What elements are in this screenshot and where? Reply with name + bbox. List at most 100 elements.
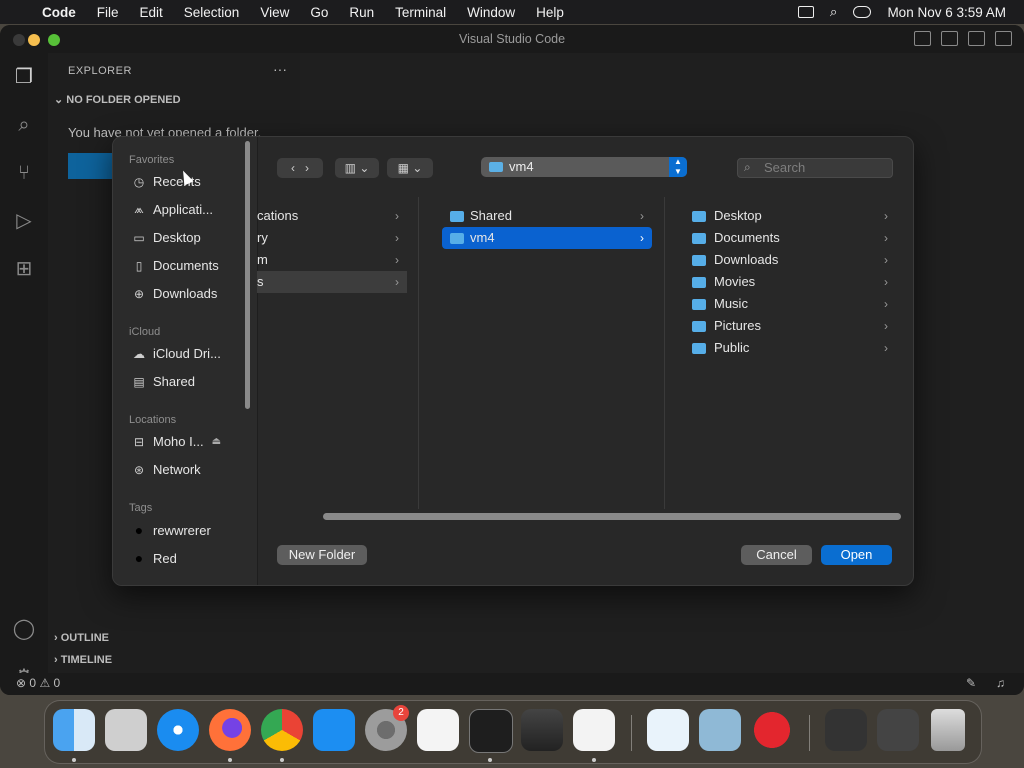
dialog-sidebar-scrollbar[interactable]	[245, 141, 250, 409]
menu-terminal[interactable]: Terminal	[395, 5, 446, 20]
vscode-icon[interactable]	[573, 709, 615, 751]
timeline-section[interactable]: › TIMELINE	[54, 654, 112, 666]
problems-status[interactable]: ⊗ 0 ⚠ 0	[16, 676, 60, 690]
list-item-selected[interactable]: s ›	[257, 271, 407, 293]
sidebar-tag-item[interactable]: ● rewwrerer	[131, 522, 211, 538]
safari-icon[interactable]	[157, 709, 199, 751]
new-folder-button[interactable]: New Folder	[277, 545, 367, 565]
menu-go[interactable]: Go	[310, 5, 328, 20]
control-center-icon[interactable]	[853, 6, 872, 18]
list-item[interactable]: m ›	[257, 249, 413, 271]
search-field[interactable]: ⌕ Search	[737, 158, 893, 178]
preview-icon[interactable]	[699, 709, 741, 751]
menu-view[interactable]: View	[260, 5, 289, 20]
group-by-button[interactable]: ▦ ⌄	[387, 158, 433, 178]
customize-layout-icon[interactable]	[995, 31, 1012, 46]
dock-separator	[809, 715, 810, 751]
icloud-header: iCloud	[129, 326, 161, 338]
toggle-panel-icon[interactable]	[941, 31, 958, 46]
open-button[interactable]: Open	[821, 545, 892, 565]
list-item[interactable]: Movies ›	[692, 271, 902, 293]
firefox-icon[interactable]	[209, 709, 251, 751]
moho-app-icon[interactable]	[751, 709, 793, 751]
warning-icon: ⚠	[39, 676, 51, 690]
menu-file[interactable]: File	[97, 5, 119, 20]
list-item[interactable]: cations ›	[257, 205, 413, 227]
list-item[interactable]: Shared ›	[442, 205, 652, 227]
list-item[interactable]: Desktop ›	[692, 205, 902, 227]
recent-window-thumbnail[interactable]	[877, 709, 919, 751]
horizontal-scrollbar[interactable]	[323, 513, 901, 520]
menu-window[interactable]: Window	[467, 5, 515, 20]
sidebar-item-label: Recents	[153, 174, 201, 189]
explorer-icon[interactable]: ❐	[10, 63, 38, 91]
terminal-icon[interactable]	[469, 709, 513, 753]
outline-section[interactable]: › OUTLINE	[54, 632, 109, 644]
back-chevron-icon[interactable]: ‹	[291, 161, 295, 175]
extensions-icon[interactable]: ⊞	[10, 255, 38, 283]
sidebar-item-icloud-drive[interactable]: ☁ iCloud Dri...	[131, 346, 221, 361]
list-item[interactable]: Downloads ›	[692, 249, 902, 271]
sidebar-item-documents[interactable]: ▯ Documents	[131, 258, 219, 273]
feedback-icon[interactable]: ✎	[966, 676, 976, 690]
no-folder-section[interactable]: ⌄ NO FOLDER OPENED	[54, 93, 181, 106]
screen-mirroring-icon[interactable]	[797, 6, 814, 18]
list-item[interactable]: Music ›	[692, 293, 902, 315]
list-item-label: s	[257, 274, 264, 289]
sidebar-item-applications[interactable]: ⩕ Applicati...	[131, 202, 213, 217]
menu-edit[interactable]: Edit	[140, 5, 163, 20]
list-item[interactable]: Public ›	[692, 337, 902, 359]
eject-icon[interactable]: ⏏	[212, 436, 221, 447]
menu-run[interactable]: Run	[349, 5, 374, 20]
folder-icon	[450, 211, 464, 222]
location-popup[interactable]: vm4 ▲ ▼	[481, 157, 687, 177]
menu-app-name[interactable]: Code	[42, 5, 76, 20]
list-item[interactable]: Documents ›	[692, 227, 902, 249]
freeform-icon[interactable]	[647, 709, 689, 751]
more-actions-icon[interactable]: ···	[273, 61, 287, 77]
list-item[interactable]: Pictures ›	[692, 315, 902, 337]
accounts-icon[interactable]: ◯	[10, 615, 38, 643]
chevron-down-icon: ⌄	[412, 161, 423, 175]
toggle-secondary-sidebar-icon[interactable]	[968, 31, 985, 46]
warning-count: 0	[53, 676, 61, 690]
cancel-button[interactable]: Cancel	[741, 545, 812, 565]
app-store-icon[interactable]	[313, 709, 355, 751]
view-mode-columns-button[interactable]: ▥ ⌄	[335, 158, 379, 178]
sidebar-item-downloads[interactable]: ⊕ Downloads	[131, 286, 217, 301]
sidebar-item-disk[interactable]: ⊟ Moho I... ⏏	[131, 434, 221, 449]
notifications-bell-icon[interactable]: ♫	[996, 676, 1005, 690]
list-item-label: Pictures	[714, 318, 761, 333]
spotlight-search-icon[interactable]: ⌕	[830, 4, 838, 20]
chevron-right-icon: ›	[395, 209, 399, 223]
folder-icon	[692, 277, 706, 288]
trash-icon[interactable]	[931, 709, 965, 751]
list-item[interactable]: ry ›	[257, 227, 413, 249]
menubar-clock[interactable]: Mon Nov 6 3:59 AM	[887, 5, 1006, 20]
finder-icon[interactable]	[53, 709, 95, 751]
search-icon[interactable]: ⌕	[10, 111, 38, 139]
list-item-label: cations	[257, 208, 299, 223]
list-item-label: Movies	[714, 274, 756, 289]
list-item-selected[interactable]: vm4 ›	[442, 227, 652, 249]
forward-chevron-icon[interactable]: ›	[305, 161, 309, 175]
sidebar-item-desktop[interactable]: ▭ Desktop	[131, 230, 200, 245]
recent-window-thumbnail[interactable]	[825, 709, 867, 751]
launchpad-icon[interactable]	[105, 709, 147, 751]
menu-selection[interactable]: Selection	[184, 5, 240, 20]
textedit-icon[interactable]	[417, 709, 459, 751]
sidebar-tag-item[interactable]: ● Red	[131, 550, 177, 566]
sidebar-item-shared[interactable]: ▤ Shared	[131, 374, 195, 389]
back-forward-buttons[interactable]: ‹ ›	[277, 158, 323, 178]
activity-bar: ❐ ⌕ ⑂ ▷ ⊞ ◯ ⚙ 1	[0, 53, 48, 690]
globe-icon: ⊛	[133, 462, 145, 477]
folder-icon	[489, 162, 503, 172]
sidebar-item-network[interactable]: ⊛ Network	[131, 462, 201, 477]
source-control-icon[interactable]: ⑂	[10, 159, 38, 187]
toggle-primary-sidebar-icon[interactable]	[914, 31, 931, 46]
cloud-icon: ☁	[133, 346, 145, 361]
chrome-icon[interactable]	[261, 709, 303, 751]
garageband-icon[interactable]	[521, 709, 563, 751]
menu-help[interactable]: Help	[536, 5, 564, 20]
run-debug-icon[interactable]: ▷	[10, 207, 38, 235]
